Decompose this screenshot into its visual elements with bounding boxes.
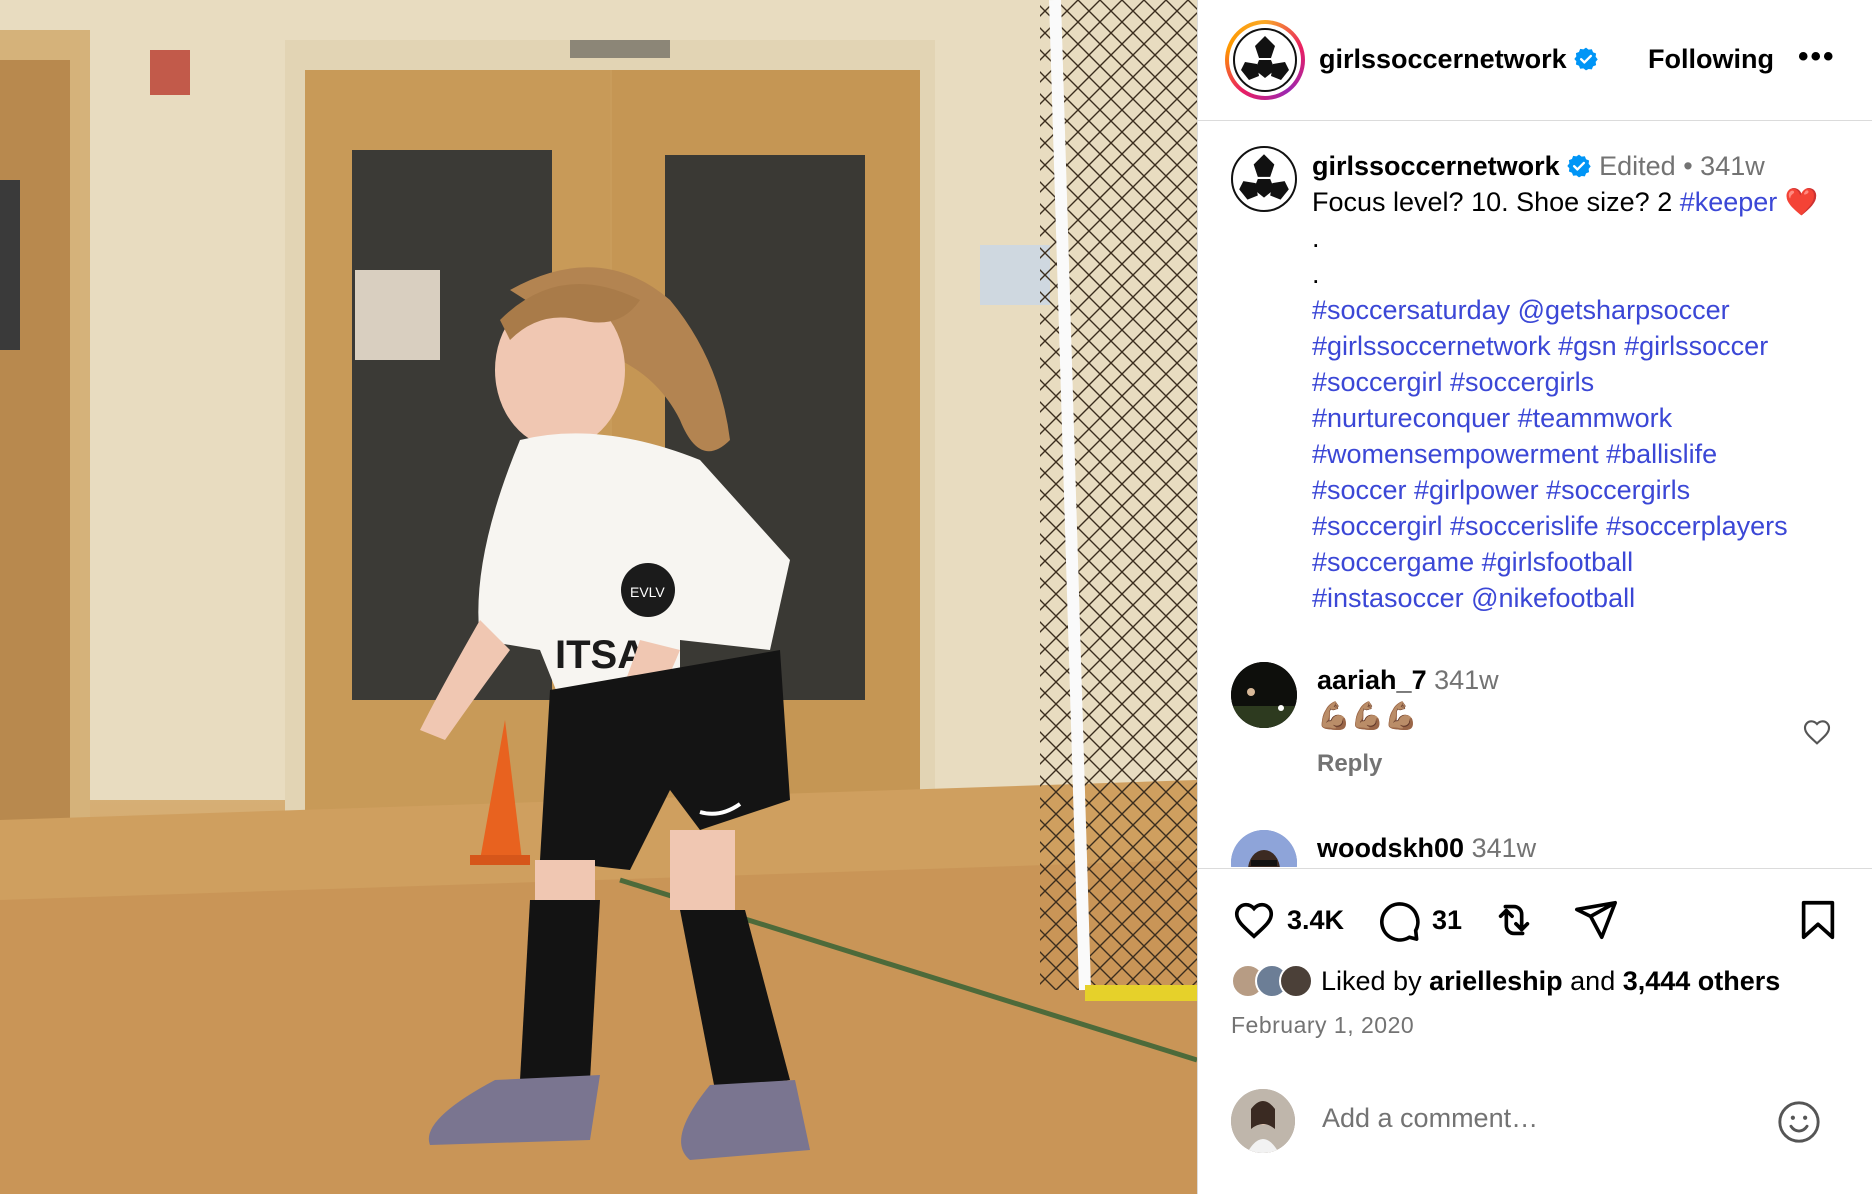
caption-username[interactable]: girlssoccernetwork <box>1312 151 1560 181</box>
heart-icon[interactable] <box>1231 897 1277 943</box>
comment-item: woodskh00 341w <box>1231 830 1851 867</box>
hashtag-line[interactable]: #nurtureconquer #teammwork <box>1312 400 1852 436</box>
caption-dot-line: . <box>1312 223 1320 253</box>
header-username-text[interactable]: girlssoccernetwork <box>1319 44 1567 74</box>
post-sidebar: girlssoccernetwork Following ••• girlsso… <box>1197 0 1872 1194</box>
caption-dot-line: . <box>1312 259 1320 289</box>
reply-button[interactable]: Reply <box>1317 746 1499 782</box>
add-comment-input[interactable]: Add a comment… <box>1322 1103 1538 1134</box>
comment-age[interactable]: 341w <box>1434 665 1499 695</box>
commenter-avatar[interactable] <box>1231 662 1297 728</box>
hashtag-line[interactable]: #soccergirl #soccerislife #soccerplayers <box>1312 508 1852 544</box>
heart-emoji: ❤️ <box>1784 187 1819 217</box>
post-header: girlssoccernetwork Following ••• <box>1198 0 1872 121</box>
share-action[interactable] <box>1573 897 1619 943</box>
caption-avatar[interactable] <box>1231 146 1297 212</box>
comment-username[interactable]: woodskh00 <box>1317 833 1464 863</box>
bookmark-icon[interactable] <box>1795 897 1841 943</box>
hashtag-link[interactable]: #keeper <box>1680 187 1778 217</box>
post-image[interactable]: EVLV ITSA <box>0 0 1197 1194</box>
verified-badge-icon <box>1566 154 1591 178</box>
following-button[interactable]: Following <box>1648 44 1774 75</box>
header-username[interactable]: girlssoccernetwork <box>1319 44 1599 75</box>
liked-by-others[interactable]: 3,444 others <box>1623 966 1781 996</box>
post-actions: 3.4K 31 Liked by arielleship and 3,444 o… <box>1198 868 1872 1194</box>
commenter-avatar[interactable] <box>1231 830 1297 867</box>
liker-avatar[interactable] <box>1279 964 1313 998</box>
story-ring-avatar[interactable] <box>1225 20 1305 100</box>
comment-username[interactable]: aariah_7 <box>1317 665 1427 695</box>
repost-action[interactable] <box>1491 897 1537 943</box>
hashtag-line[interactable]: #soccersaturday @getsharpsoccer <box>1312 292 1852 328</box>
save-action[interactable] <box>1795 897 1841 943</box>
more-options-icon[interactable]: ••• <box>1798 40 1836 74</box>
verified-badge-icon <box>1573 47 1598 71</box>
photo-illustration: EVLV ITSA <box>0 0 1197 1194</box>
hashtag-line[interactable]: #soccer #girlpower #soccergirls <box>1312 472 1852 508</box>
emoji-icon[interactable] <box>1776 1099 1822 1145</box>
comment-like-heart-icon[interactable] <box>1801 716 1833 748</box>
hashtag-line[interactable]: #soccergirl #soccergirls <box>1312 364 1852 400</box>
comment-text: 💪🏽💪🏽💪🏽 <box>1317 701 1418 731</box>
liked-by-user[interactable]: arielleship <box>1429 966 1563 996</box>
repost-icon[interactable] <box>1491 897 1537 943</box>
liked-by-prefix: Liked by <box>1321 965 1430 996</box>
comment-item: aariah_7 341w 💪🏽💪🏽💪🏽 Reply <box>1231 662 1851 782</box>
hashtag-line[interactable]: #womensempowerment #ballislife <box>1312 436 1852 472</box>
edited-label: Edited <box>1599 151 1676 181</box>
comment-count[interactable]: 31 <box>1432 905 1462 936</box>
soccer-ball-logo-icon <box>1239 154 1289 200</box>
liked-by-middle: and <box>1562 965 1623 996</box>
separator-dot: • <box>1683 151 1693 181</box>
post-caption: girlssoccernetwork Edited • 341w Focus l… <box>1312 148 1852 616</box>
hashtag-line[interactable]: #girlssoccernetwork #gsn #girlssoccer <box>1312 328 1852 364</box>
current-user-avatar[interactable] <box>1231 1089 1295 1153</box>
post-date[interactable]: February 1, 2020 <box>1231 1012 1414 1039</box>
soccer-ball-logo-icon <box>1233 28 1297 92</box>
like-action[interactable]: 3.4K <box>1231 897 1344 943</box>
like-count[interactable]: 3.4K <box>1287 905 1344 936</box>
caption-text: Focus level? 10. Shoe size? 2 <box>1312 187 1680 217</box>
svg-text:EVLV: EVLV <box>630 584 665 600</box>
hashtag-line[interactable]: #soccergame #girlsfootball <box>1312 544 1852 580</box>
comment-age[interactable]: 341w <box>1472 833 1537 863</box>
add-comment-row: Add a comment… <box>1198 1089 1872 1194</box>
share-paper-plane-icon[interactable] <box>1573 897 1619 943</box>
comment-action[interactable]: 31 <box>1376 897 1462 943</box>
hashtag-line[interactable]: #instasoccer @nikefootball <box>1312 580 1852 616</box>
caption-age[interactable]: 341w <box>1700 151 1765 181</box>
comments-scroll-area[interactable]: girlssoccernetwork Edited • 341w Focus l… <box>1198 122 1872 867</box>
comment-bubble-icon[interactable] <box>1376 897 1422 943</box>
liked-by-row: Liked by arielleship and 3,444 others <box>1231 964 1780 998</box>
